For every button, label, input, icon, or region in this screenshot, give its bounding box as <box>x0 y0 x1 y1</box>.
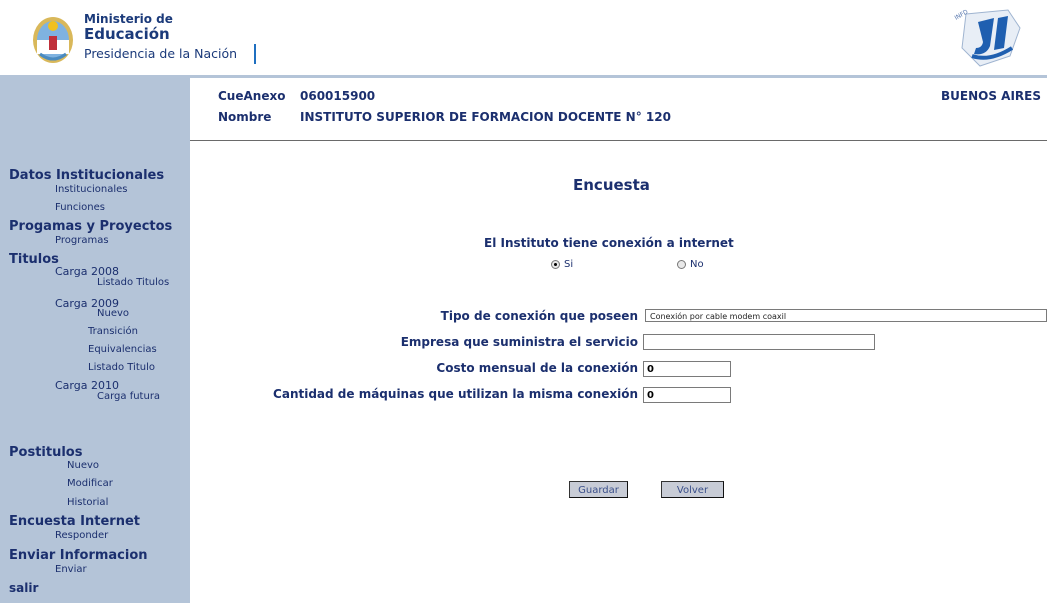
sidebar-item-programas[interactable]: Programas <box>55 235 109 246</box>
back-button[interactable]: Volver <box>661 481 724 498</box>
sidebar-item-responder[interactable]: Responder <box>55 530 108 541</box>
radio-no-button[interactable] <box>677 260 686 269</box>
sidebar-item-transicion[interactable]: Transición <box>88 326 138 337</box>
sidebar-section-postitulos: Postitulos <box>9 445 83 460</box>
sidebar-item-salir[interactable]: salir <box>9 581 38 595</box>
costo-label: Costo mensual de la conexión <box>436 361 638 375</box>
radio-no-label: No <box>690 259 704 270</box>
sidebar-item-funciones[interactable]: Funciones <box>55 202 105 213</box>
name-label: Nombre <box>218 110 272 124</box>
sidebar-section-programas: Progamas y Proyectos <box>9 219 173 234</box>
cue-value: 060015900 <box>300 89 376 103</box>
logo-line2: Educación <box>84 25 170 43</box>
institute-logo-icon: INFD <box>954 8 1021 67</box>
sidebar: Datos Institucionales Institucionales Fu… <box>0 78 190 603</box>
page-title: Encuesta <box>573 176 650 194</box>
radio-option-no[interactable]: No <box>677 259 704 270</box>
logo-line3: Presidencia de la Nación <box>84 46 238 61</box>
monthly-cost-input[interactable] <box>643 361 731 377</box>
sidebar-section-encuesta: Encuesta Internet <box>9 514 140 529</box>
sidebar-item-enviar[interactable]: Enviar <box>55 564 87 575</box>
argentina-seal-icon <box>33 17 73 63</box>
logo-line1: Ministerio de <box>84 12 173 26</box>
radio-option-si[interactable]: Si <box>551 259 573 270</box>
sidebar-item-listado-titulos[interactable]: Listado Titulos <box>97 277 169 288</box>
content-divider <box>190 140 1047 141</box>
machine-count-input[interactable] <box>643 387 731 403</box>
sidebar-item-carga-futura[interactable]: Carga futura <box>97 391 160 402</box>
name-value: INSTITUTO SUPERIOR DE FORMACION DOCENTE … <box>300 110 671 124</box>
sidebar-item-listado-titulo[interactable]: Listado Titulo <box>88 362 155 373</box>
radio-si-button[interactable] <box>551 260 560 269</box>
sidebar-section-enviar: Enviar Informacion <box>9 548 148 563</box>
maquinas-label: Cantidad de máquinas que utilizan la mis… <box>273 387 638 401</box>
save-button[interactable]: Guardar <box>569 481 628 498</box>
sidebar-item-nuevo[interactable]: Nuevo <box>97 308 129 319</box>
logo-divider <box>254 44 256 64</box>
empresa-label: Empresa que suministra el servicio <box>400 335 638 349</box>
sidebar-item-institucionales[interactable]: Institucionales <box>55 184 127 195</box>
provider-input[interactable] <box>643 334 875 350</box>
sidebar-item-postitulo-nuevo[interactable]: Nuevo <box>67 460 99 471</box>
ministry-logo[interactable]: Ministerio de Educación Presidencia de l… <box>20 10 256 70</box>
province-label: BUENOS AIRES <box>941 89 1041 103</box>
sidebar-item-historial[interactable]: Historial <box>67 497 108 508</box>
connection-type-select[interactable]: Conexión por cable modem coaxil <box>645 309 1047 322</box>
institution-info: CueAnexo 060015900 Nombre INSTITUTO SUPE… <box>190 78 1047 140</box>
sidebar-item-equivalencias[interactable]: Equivalencias <box>88 344 157 355</box>
tipo-label: Tipo de conexión que poseen <box>440 309 638 323</box>
cue-label: CueAnexo <box>218 89 286 103</box>
radio-si-label: Si <box>564 259 574 270</box>
sidebar-item-modificar[interactable]: Modificar <box>67 478 113 489</box>
sidebar-section-titulos: Titulos <box>9 252 59 267</box>
sidebar-section-datos: Datos Institucionales <box>9 168 165 183</box>
connection-question: El Instituto tiene conexión a internet <box>484 236 734 250</box>
header-bar: Ministerio de Educación Presidencia de l… <box>0 0 1047 75</box>
